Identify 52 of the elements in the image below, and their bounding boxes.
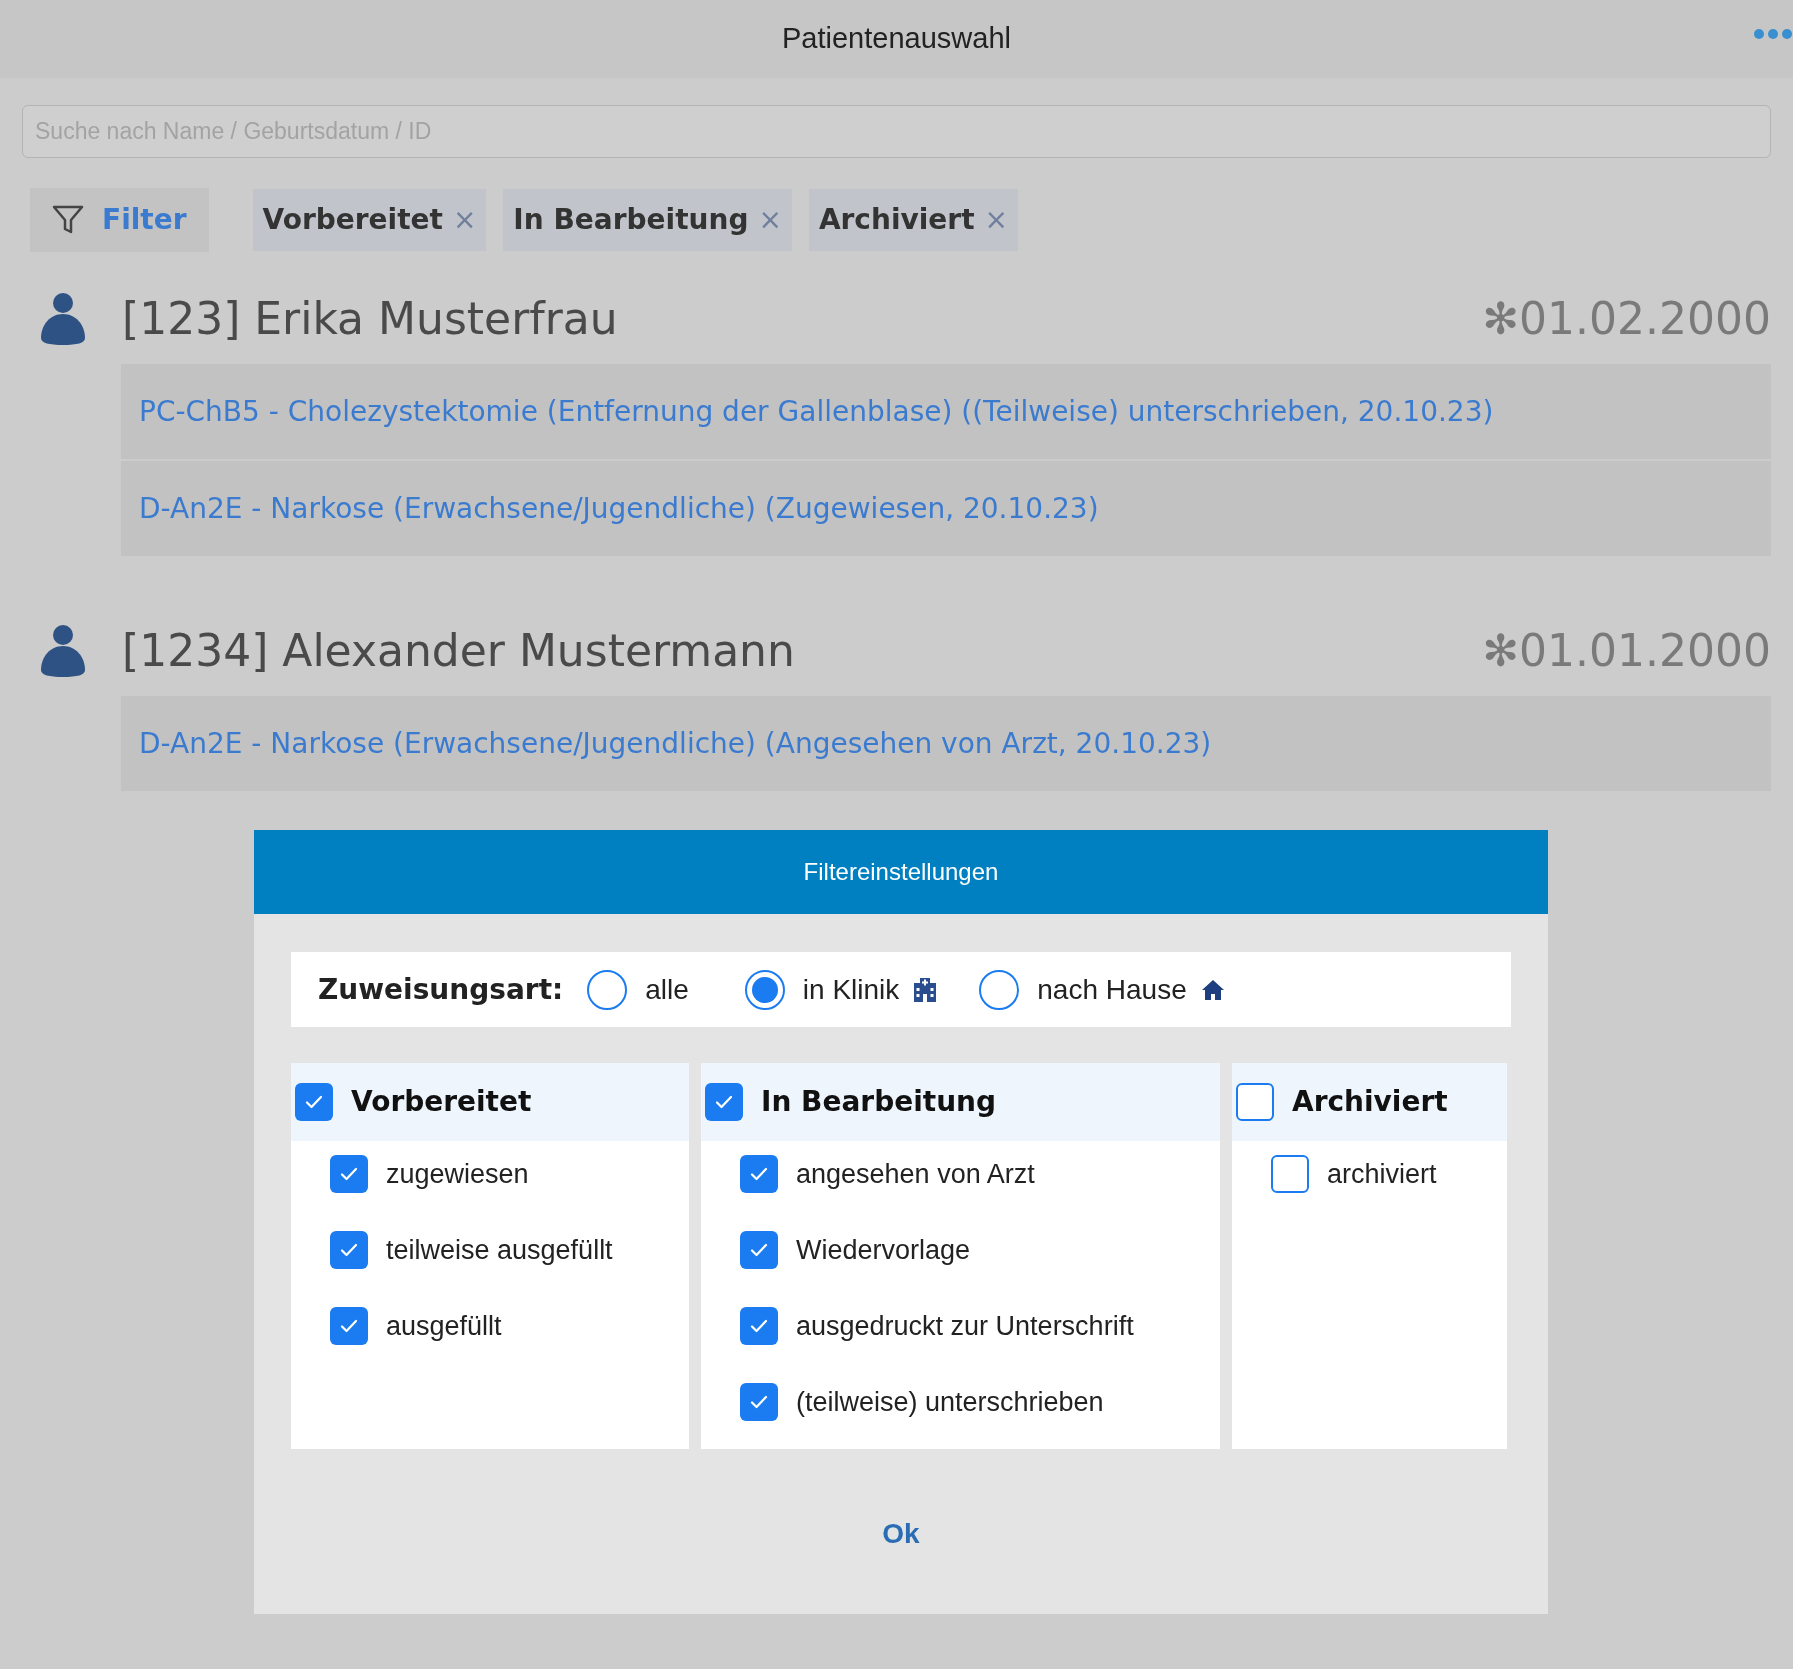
person-icon [40,624,86,678]
document-row[interactable]: D-An2E - Narkose (Erwachsene/Jugendliche) (Angesehen von Arzt, 20.10.23) [121,696,1771,791]
checkbox[interactable] [1236,1083,1274,1121]
radio-label: nach Hause [1037,972,1187,1007]
hospital-icon [913,976,938,1003]
radio-label: alle [645,972,689,1007]
ok-button[interactable]: Ok [866,1513,936,1555]
checkbox[interactable] [740,1231,778,1269]
option-label: teilweise ausgefüllt [386,1233,613,1267]
document-row[interactable]: PC-ChB5 - Cholezystektomie (Entfernung der Gallenblase) ((Teilweise) unterschrieben, 20.10.23) [121,364,1771,459]
checkbox[interactable] [1271,1155,1309,1193]
radio-button[interactable] [744,969,785,1010]
remove-chip-button[interactable]: × [984,206,1008,234]
chip-label: In Bearbeitung [513,202,749,238]
checkbox[interactable] [740,1155,778,1193]
option-label: ausgefüllt [386,1309,502,1343]
checkbox[interactable] [330,1307,368,1345]
checkbox[interactable] [330,1231,368,1269]
person-icon [40,292,86,346]
checkbox[interactable] [295,1083,333,1121]
option-label: (teilweise) unterschrieben [796,1385,1104,1419]
assignment-label: Zuweisungsart: [318,971,564,1008]
group-label: Archiviert [1292,1084,1448,1120]
option-label: zugewiesen [386,1157,529,1191]
more-options-icon[interactable] [1753,28,1793,40]
patient-name[interactable]: [123] Erika Musterfrau [122,286,618,352]
remove-chip-button[interactable]: × [758,206,782,234]
remove-chip-button[interactable]: × [452,206,477,234]
patient-name[interactable]: [1234] Alexander Mustermann [122,618,795,684]
option-label: angesehen von Arzt [796,1157,1035,1191]
option-label: archiviert [1327,1157,1437,1191]
dialog-title: Filtereinstellungen [803,857,999,887]
filter-button[interactable]: Filter [30,188,209,252]
group-label: In Bearbeitung [761,1084,997,1120]
option-label: ausgedruckt zur Unterschrift [796,1309,1134,1343]
radio-button[interactable] [587,969,628,1010]
checkbox[interactable] [705,1083,743,1121]
filter-icon [52,204,84,236]
page-title: Patientenauswahl [782,21,1011,57]
group-label: Vorbereitet [351,1084,532,1120]
checkbox[interactable] [740,1307,778,1345]
option-label: Wiedervorlage [796,1233,971,1267]
chip-label: Archiviert [818,202,975,238]
checkbox[interactable] [740,1383,778,1421]
birth-date: ✻01.02.2000 [1482,292,1771,346]
chip-label: Vorbereitet [262,202,443,238]
radio-button[interactable] [979,969,1020,1010]
checkbox[interactable] [330,1155,368,1193]
birth-date: ✻01.01.2000 [1482,624,1771,678]
document-row[interactable]: D-An2E - Narkose (Erwachsene/Jugendliche) (Zugewiesen, 20.10.23) [121,461,1771,556]
radio-label: in Klinik [802,972,900,1007]
house-icon [1200,977,1225,1002]
